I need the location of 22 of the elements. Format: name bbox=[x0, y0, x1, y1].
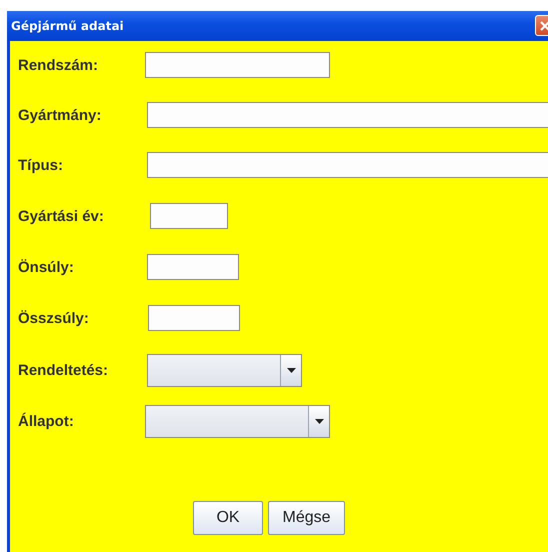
field-label: Állapot: bbox=[17, 413, 75, 430]
field-label: Rendszám: bbox=[17, 56, 100, 74]
dropdown-field[interactable] bbox=[147, 354, 302, 387]
field-label: Önsúly: bbox=[17, 258, 75, 276]
input-field[interactable] bbox=[147, 102, 548, 128]
close-icon bbox=[539, 20, 548, 32]
dropdown-field[interactable] bbox=[145, 405, 330, 438]
cancel-button[interactable]: Mégse bbox=[268, 501, 345, 535]
input-field[interactable] bbox=[150, 203, 228, 229]
input-field[interactable] bbox=[145, 52, 330, 78]
ok-button[interactable]: OK bbox=[193, 501, 263, 535]
field-label: Összsúly: bbox=[17, 310, 90, 326]
field-label: Gyártási év: bbox=[17, 208, 105, 224]
field-label: Rendeltetés: bbox=[17, 362, 110, 379]
window-title: Gépjármű adatai bbox=[11, 19, 124, 33]
field-label: Gyártmány: bbox=[17, 106, 102, 124]
field-label: Típus: bbox=[17, 156, 64, 174]
dropdown-arrow-icon bbox=[314, 419, 324, 424]
dropdown-arrow-icon bbox=[286, 368, 296, 373]
input-field[interactable] bbox=[148, 305, 240, 331]
input-field[interactable] bbox=[147, 254, 239, 280]
input-field[interactable] bbox=[147, 152, 548, 178]
